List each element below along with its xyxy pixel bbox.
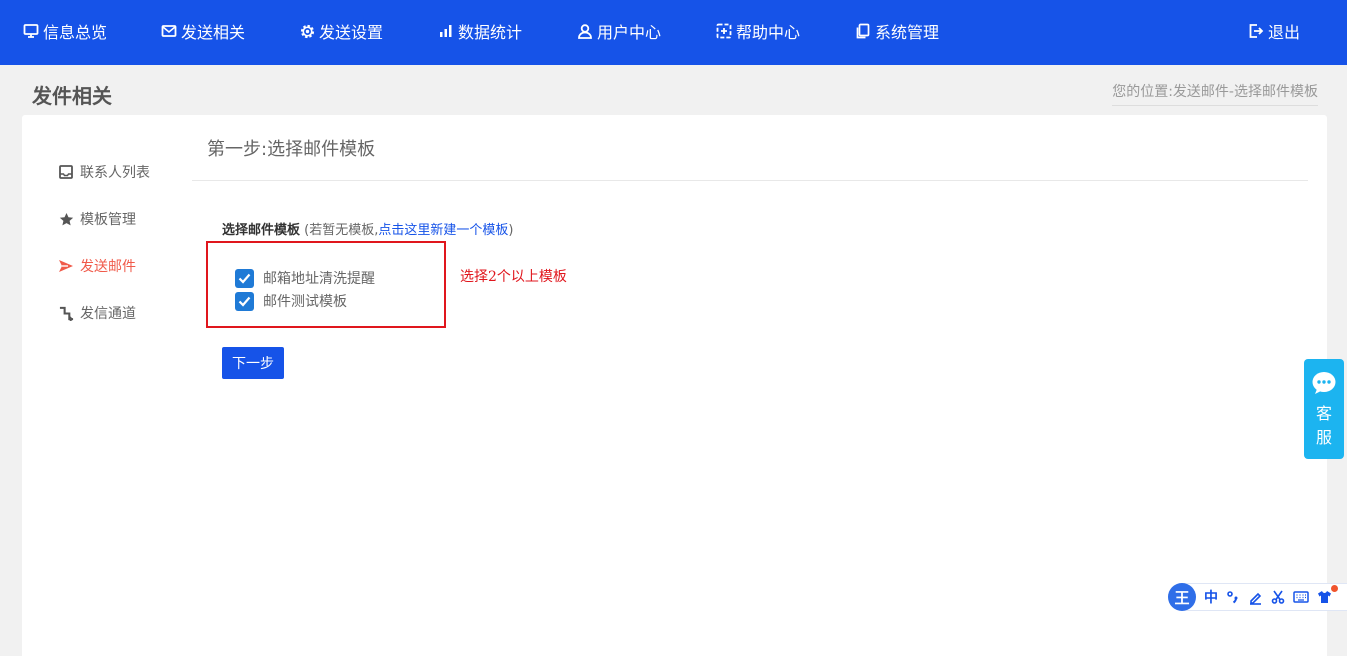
annotation-note: 选择2个以上模板 bbox=[460, 269, 567, 285]
monitor-icon bbox=[22, 22, 40, 40]
nav-item-label: 用户中心 bbox=[597, 23, 662, 42]
star-icon bbox=[58, 211, 74, 227]
sidebar-item-label: 联系人列表 bbox=[80, 165, 150, 181]
keyboard-icon[interactable] bbox=[1293, 591, 1309, 603]
nav-item-label: 数据统计 bbox=[458, 23, 523, 42]
nav-item-label: 帮助中心 bbox=[736, 23, 801, 42]
inbox-icon bbox=[58, 164, 74, 180]
logout-label: 退出 bbox=[1268, 23, 1301, 42]
template-option[interactable]: 邮箱地址清洗提醒 bbox=[235, 268, 375, 288]
template-option[interactable]: 邮件测试模板 bbox=[235, 291, 347, 311]
sidebar-item-contacts[interactable]: 联系人列表 bbox=[58, 162, 150, 182]
logout-icon bbox=[1247, 22, 1265, 40]
scissors-icon[interactable] bbox=[1271, 590, 1285, 604]
notification-dot bbox=[1331, 585, 1338, 592]
sidebar-item-channel[interactable]: 发信通道 bbox=[58, 303, 136, 323]
customer-service-button[interactable]: 客 服 bbox=[1304, 359, 1344, 459]
template-label-row: 选择邮件模板 (若暂无模板,点击这里新建一个模板) bbox=[222, 219, 513, 238]
nav-item-label: 信息总览 bbox=[43, 23, 108, 42]
sidebar-item-template-manage[interactable]: 模板管理 bbox=[58, 209, 136, 229]
nav-item-label: 发送相关 bbox=[181, 23, 246, 42]
create-template-link[interactable]: 点击这里新建一个模板 bbox=[378, 223, 508, 238]
template-label: 选择邮件模板 bbox=[222, 223, 301, 238]
send-icon bbox=[58, 258, 74, 274]
ime-toolbar: 王 中 bbox=[1168, 583, 1347, 611]
ime-lang-toggle[interactable]: 中 bbox=[1204, 587, 1218, 607]
help-icon bbox=[715, 22, 733, 40]
nav-item-send-settings[interactable]: 发送设置 bbox=[298, 0, 383, 62]
pen-icon[interactable] bbox=[1248, 590, 1263, 605]
sidebar-item-label: 模板管理 bbox=[80, 212, 136, 228]
sidebar-item-label: 发送邮件 bbox=[80, 259, 136, 275]
page-title: 发件相关 bbox=[32, 84, 112, 108]
main-card: 联系人列表 模板管理 发送邮件 发信通道 第一步:选择邮件模板 选择邮件模板 (… bbox=[22, 115, 1327, 656]
chat-bubble-icon bbox=[1311, 370, 1337, 400]
checkbox-checked[interactable] bbox=[235, 268, 254, 288]
nav-item-send-related[interactable]: 发送相关 bbox=[160, 0, 245, 62]
divider bbox=[192, 180, 1308, 181]
customer-service-label-line2: 服 bbox=[1315, 428, 1332, 447]
template-option-label: 邮箱地址清洗提醒 bbox=[263, 271, 375, 287]
copy-icon bbox=[854, 22, 872, 40]
customer-service-label: 客 服 bbox=[1316, 402, 1332, 450]
logout-button[interactable]: 退出 bbox=[1247, 0, 1300, 62]
channel-icon bbox=[58, 305, 74, 321]
punctuation-icon[interactable] bbox=[1226, 590, 1240, 604]
ime-logo[interactable]: 王 bbox=[1168, 583, 1196, 611]
top-navbar: 信息总览 发送相关 发送设置 数据统计 用户中心 帮助中心 系统管理 退出 bbox=[0, 0, 1347, 65]
next-step-button[interactable]: 下一步 bbox=[222, 347, 284, 379]
gear-icon bbox=[298, 22, 316, 40]
nav-item-label: 发送设置 bbox=[319, 23, 384, 42]
template-option-label: 邮件测试模板 bbox=[263, 294, 347, 310]
customer-service-label-line1: 客 bbox=[1315, 404, 1332, 423]
user-icon bbox=[576, 22, 594, 40]
nav-item-label: 系统管理 bbox=[875, 23, 940, 42]
template-hint-suffix: ) bbox=[508, 223, 514, 238]
checkbox-checked[interactable] bbox=[235, 291, 254, 311]
template-hint-prefix: (若暂无模板, bbox=[300, 223, 379, 238]
bar-chart-icon bbox=[437, 22, 455, 40]
breadcrumb: 您的位置:发送邮件-选择邮件模板 bbox=[1112, 81, 1318, 106]
nav-item-system-admin[interactable]: 系统管理 bbox=[854, 0, 939, 62]
nav-item-help-center[interactable]: 帮助中心 bbox=[715, 0, 800, 62]
nav-item-overview[interactable]: 信息总览 bbox=[22, 0, 107, 62]
step-title: 第一步:选择邮件模板 bbox=[207, 139, 376, 160]
shirt-icon[interactable] bbox=[1317, 590, 1332, 604]
nav-item-statistics[interactable]: 数据统计 bbox=[437, 0, 522, 62]
sidebar-item-send-mail[interactable]: 发送邮件 bbox=[58, 256, 136, 276]
mail-icon bbox=[160, 22, 178, 40]
sidebar-item-label: 发信通道 bbox=[80, 306, 136, 322]
nav-item-user-center[interactable]: 用户中心 bbox=[576, 0, 661, 62]
